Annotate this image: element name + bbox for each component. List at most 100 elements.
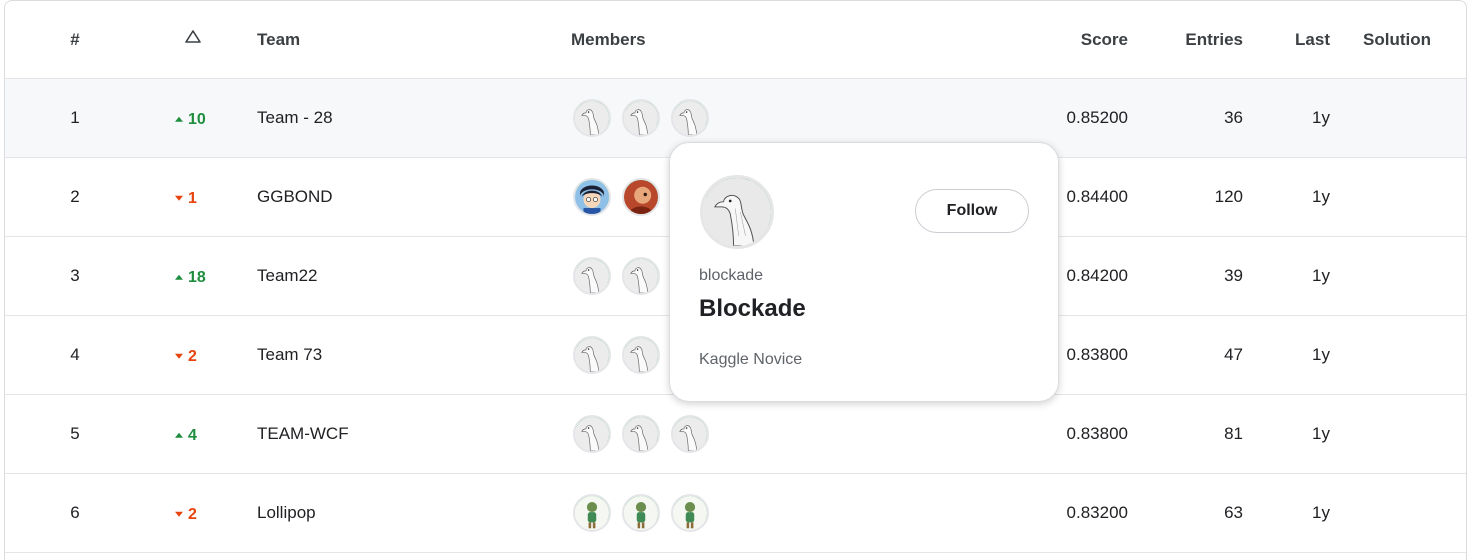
- team-name[interactable]: Team - 28: [257, 108, 333, 128]
- rank: 2: [70, 187, 80, 206]
- progress-arc: [673, 101, 707, 135]
- member-avatar[interactable]: [622, 178, 660, 216]
- member-avatar[interactable]: [573, 415, 611, 453]
- rank: 4: [70, 345, 80, 364]
- score: 0.85200: [1066, 108, 1128, 127]
- last-submission: 1y: [1312, 503, 1330, 522]
- members-list: [573, 257, 660, 295]
- progress-arc: [575, 417, 609, 451]
- table-row[interactable]: 5 4 TEAM-WCF 0.83800 81 1y: [5, 395, 1466, 474]
- rank-change: 2: [175, 344, 241, 367]
- progress-arc: [575, 101, 609, 135]
- rank: 6: [70, 503, 80, 522]
- team-name[interactable]: Lollipop: [257, 503, 316, 523]
- rank-change: 1: [175, 186, 241, 209]
- table-row[interactable]: 6 2 Lollipop 0.83200 63 1y: [5, 474, 1466, 553]
- member-avatar[interactable]: [622, 257, 660, 295]
- follow-button[interactable]: Follow: [915, 189, 1029, 233]
- score: 0.83200: [1066, 503, 1128, 522]
- progress-arc: [673, 496, 707, 530]
- score: 0.84200: [1066, 266, 1128, 285]
- members-list: [573, 336, 660, 374]
- progress-arc: [624, 417, 658, 451]
- caret-down-icon: [175, 195, 183, 201]
- tier-label: Kaggle Novice: [699, 351, 803, 368]
- last-submission: 1y: [1312, 424, 1330, 443]
- progress-arc: [575, 180, 609, 214]
- rank-change: 4: [175, 423, 241, 446]
- rank-change-value: 4: [188, 426, 197, 444]
- team-name[interactable]: TEAM-WCF: [257, 424, 349, 444]
- solution-column-header: Solution: [1363, 29, 1431, 49]
- progress-arc: [673, 417, 707, 451]
- leaderboard-table: # Team Members Score Entries Last Soluti…: [4, 0, 1467, 560]
- team-name[interactable]: GGBOND: [257, 187, 333, 207]
- progress-arc: [624, 338, 658, 372]
- user-avatar[interactable]: [700, 175, 774, 249]
- progress-arc: [575, 496, 609, 530]
- member-avatar[interactable]: [622, 336, 660, 374]
- user-hover-card: Follow blockade Blockade Kaggle Novice: [669, 142, 1059, 402]
- last-submission: 1y: [1312, 187, 1330, 206]
- caret-up-icon: [175, 116, 183, 122]
- rank: 1: [70, 108, 80, 127]
- team-column-header[interactable]: Team: [257, 30, 300, 50]
- member-avatar[interactable]: [573, 257, 611, 295]
- progress-arc: [624, 259, 658, 293]
- last-submission: 1y: [1312, 345, 1330, 364]
- score: 0.84400: [1066, 187, 1128, 206]
- entries-count: 120: [1214, 187, 1243, 206]
- triangle-outline-icon[interactable]: [183, 27, 203, 47]
- rank-change-value: 2: [188, 505, 197, 523]
- rank-change: 18: [175, 265, 241, 288]
- rank: 5: [70, 424, 80, 443]
- caret-down-icon: [175, 353, 183, 359]
- member-avatar[interactable]: [573, 178, 611, 216]
- last-column-header[interactable]: Last: [1295, 30, 1330, 50]
- progress-arc: [624, 101, 658, 135]
- table-header: # Team Members Score Entries Last Soluti…: [5, 1, 1466, 79]
- caret-up-icon: [175, 274, 183, 280]
- members-column-header: Members: [571, 29, 646, 49]
- score: 0.83800: [1066, 424, 1128, 443]
- member-avatar[interactable]: [573, 336, 611, 374]
- member-avatar[interactable]: [573, 99, 611, 137]
- team-name[interactable]: Team 73: [257, 345, 322, 365]
- entries-count: 39: [1224, 266, 1243, 285]
- rank-change-value: 1: [188, 189, 197, 207]
- rank-column-header[interactable]: #: [5, 30, 145, 50]
- member-avatar[interactable]: [671, 415, 709, 453]
- last-submission: 1y: [1312, 108, 1330, 127]
- caret-down-icon: [175, 511, 183, 517]
- rank-change-value: 10: [188, 110, 206, 128]
- progress-arc: [575, 259, 609, 293]
- entries-count: 36: [1224, 108, 1243, 127]
- last-submission: 1y: [1312, 266, 1330, 285]
- members-list: [573, 99, 709, 137]
- members-list: [573, 415, 709, 453]
- entries-count: 47: [1224, 345, 1243, 364]
- rank-change-value: 2: [188, 347, 197, 365]
- entries-count: 63: [1224, 503, 1243, 522]
- progress-arc: [624, 180, 658, 214]
- entries-column-header[interactable]: Entries: [1185, 30, 1243, 50]
- progress-arc: [624, 496, 658, 530]
- progress-arc: [575, 338, 609, 372]
- members-list: [573, 178, 660, 216]
- caret-up-icon: [175, 432, 183, 438]
- member-avatar[interactable]: [671, 99, 709, 137]
- display-name[interactable]: Blockade: [699, 295, 806, 323]
- member-avatar[interactable]: [622, 415, 660, 453]
- member-avatar[interactable]: [671, 494, 709, 532]
- rank-change: 10: [175, 107, 241, 130]
- rank-change: 2: [175, 502, 241, 525]
- member-avatar[interactable]: [573, 494, 611, 532]
- members-list: [573, 494, 709, 532]
- score-column-header[interactable]: Score: [1081, 30, 1128, 50]
- member-avatar[interactable]: [622, 99, 660, 137]
- team-name[interactable]: Team22: [257, 266, 317, 286]
- rank: 3: [70, 266, 80, 285]
- rank-change-value: 18: [188, 268, 206, 286]
- entries-count: 81: [1224, 424, 1243, 443]
- member-avatar[interactable]: [622, 494, 660, 532]
